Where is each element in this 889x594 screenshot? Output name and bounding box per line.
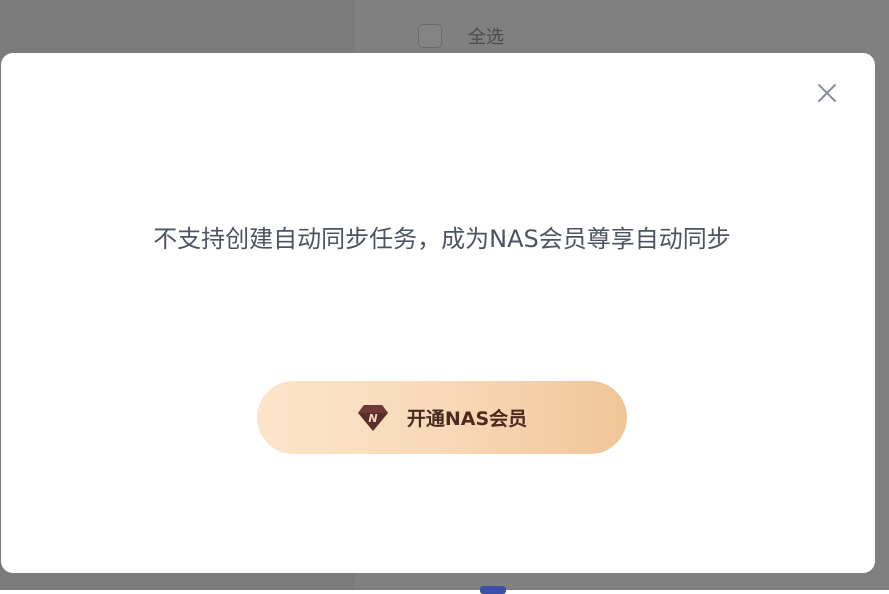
select-all-label: 全选 [468, 27, 504, 48]
open-nas-membership-button[interactable]: N 开通NAS会员 [257, 381, 627, 454]
close-button[interactable] [814, 80, 840, 106]
diamond-n-icon: N [357, 404, 389, 432]
close-icon [818, 84, 836, 102]
upgrade-dialog: 不支持创建自动同步任务，成为NAS会员尊享自动同步 N 开通NAS会员 [1, 53, 875, 573]
background-chip [480, 586, 506, 594]
svg-text:N: N [368, 412, 377, 425]
dialog-message: 不支持创建自动同步任务，成为NAS会员尊享自动同步 [153, 225, 731, 253]
cta-label: 开通NAS会员 [406, 408, 528, 430]
select-all-row[interactable]: 全选 [418, 22, 504, 50]
select-all-checkbox[interactable] [418, 24, 442, 48]
